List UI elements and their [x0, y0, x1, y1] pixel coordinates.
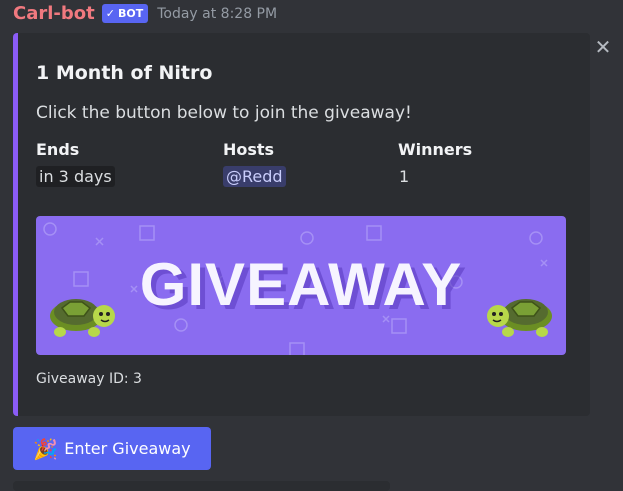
- field-name: Hosts: [223, 140, 275, 159]
- enter-giveaway-button[interactable]: 🎉 Enter Giveaway: [13, 427, 211, 470]
- author-name[interactable]: Carl-bot: [13, 3, 95, 24]
- close-icon[interactable]: ✕: [593, 37, 613, 57]
- turtle-icon: [487, 299, 552, 337]
- embed-title: 1 Month of Nitro: [36, 62, 213, 84]
- field-value-winners: 1: [399, 167, 410, 186]
- field-value-ends: in 3 days: [36, 166, 115, 187]
- bot-tag: ✓ BOT: [101, 4, 149, 23]
- giveaway-banner-image[interactable]: GIVEAWAY: [36, 216, 566, 355]
- host-mention[interactable]: @Redd: [223, 166, 286, 187]
- field-hosts: Hosts @Redd: [223, 140, 286, 187]
- message-timestamp[interactable]: Today at 8:28 PM: [157, 6, 277, 22]
- enter-giveaway-label: Enter Giveaway: [64, 439, 191, 458]
- message-header: Carl-bot ✓ BOT Today at 8:28 PM: [13, 3, 277, 24]
- bot-tag-label: BOT: [117, 7, 144, 20]
- turtle-icon: [50, 299, 115, 337]
- field-name: Winners: [398, 140, 473, 159]
- field-ends: Ends in 3 days: [36, 140, 115, 187]
- embed-description: Click the button below to join the givea…: [36, 103, 412, 123]
- field-name: Ends: [36, 140, 80, 159]
- giveaway-embed: 1 Month of Nitro Click the button below …: [13, 33, 590, 416]
- party-popper-icon: 🎉: [33, 436, 59, 461]
- field-winners: Winners 1: [398, 140, 472, 186]
- check-icon: ✓: [105, 7, 115, 20]
- embed-footer: Giveaway ID: 3: [36, 371, 142, 387]
- next-message-preview: [13, 481, 390, 491]
